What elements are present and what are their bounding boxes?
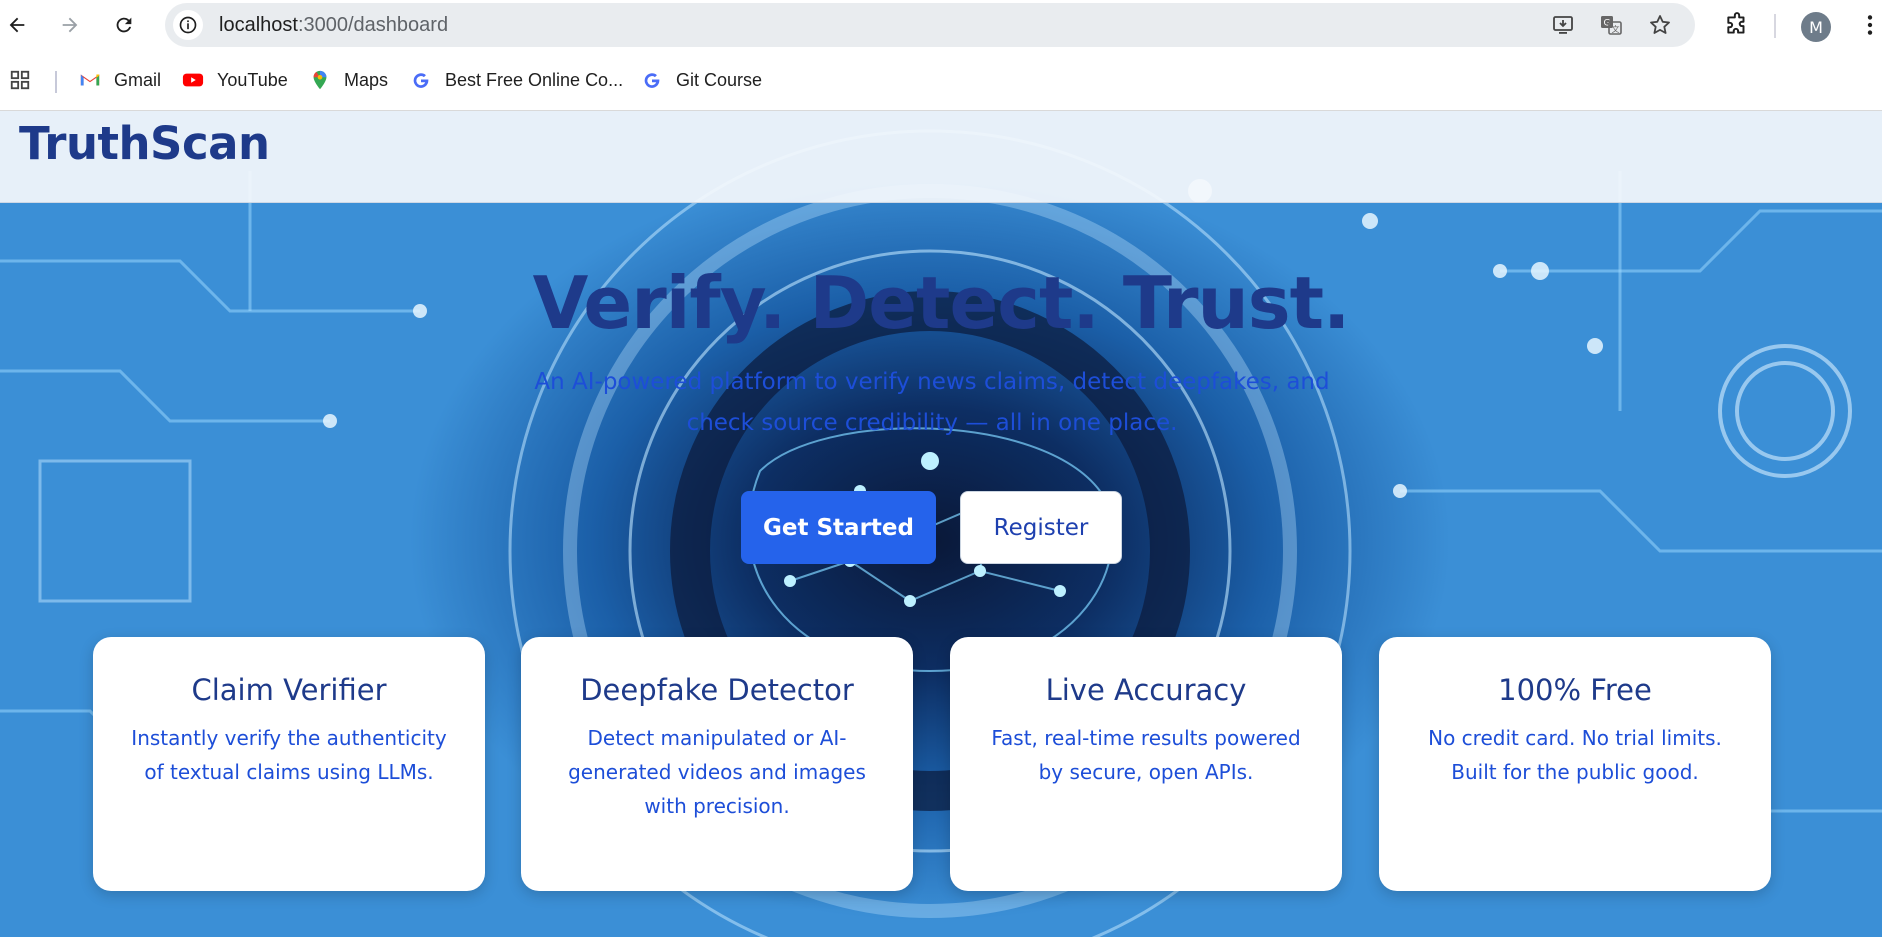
bookmark-star-icon[interactable] bbox=[1647, 12, 1673, 38]
apps-grid-button[interactable] bbox=[8, 60, 44, 100]
translate-icon[interactable]: G文 bbox=[1598, 12, 1624, 38]
svg-text:文: 文 bbox=[1612, 24, 1620, 34]
back-arrow-icon bbox=[9, 17, 25, 33]
feature-card-free: 100% Free No credit card. No trial limit… bbox=[1379, 637, 1771, 891]
feature-card-live-accuracy: Live Accuracy Fast, real-time results po… bbox=[950, 637, 1342, 891]
back-button[interactable] bbox=[0, 8, 34, 42]
feature-title: Live Accuracy bbox=[1045, 673, 1247, 707]
register-button[interactable]: Register bbox=[960, 491, 1122, 564]
youtube-icon bbox=[181, 68, 205, 92]
feature-description: Fast, real-time results powered by secur… bbox=[991, 726, 1301, 784]
feature-card-claim-verifier: Claim Verifier Instantly verify the auth… bbox=[93, 637, 485, 891]
feature-title: Deepfake Detector bbox=[580, 673, 854, 707]
hero-title: Verify. Detect. Trust. bbox=[532, 261, 1351, 345]
maps-icon bbox=[308, 68, 332, 92]
bookmark-label: Gmail bbox=[114, 69, 162, 90]
google-g-icon bbox=[640, 68, 664, 92]
extensions-icon[interactable] bbox=[1722, 10, 1752, 40]
reload-button[interactable] bbox=[107, 8, 141, 42]
forward-button[interactable] bbox=[53, 8, 87, 42]
bookmark-label: YouTube bbox=[217, 69, 288, 90]
install-app-icon[interactable] bbox=[1550, 12, 1576, 38]
bookmark-label: Best Free Online Co... bbox=[445, 69, 624, 90]
bookmark-git-course[interactable]: Git Course bbox=[640, 60, 762, 100]
url-path: :3000/dashboard bbox=[297, 14, 449, 36]
bookmark-maps[interactable]: Maps bbox=[308, 60, 388, 100]
url-text[interactable]: localhost:3000/dashboard bbox=[219, 14, 448, 37]
bookmark-label: Git Course bbox=[676, 69, 763, 90]
truthscan-logo[interactable]: TruthScan bbox=[19, 117, 270, 170]
reload-icon bbox=[116, 17, 132, 33]
apps-grid-icon bbox=[8, 68, 32, 92]
site-info-icon[interactable] bbox=[173, 10, 203, 40]
google-g-icon bbox=[409, 68, 433, 92]
toolbar-separator bbox=[1774, 14, 1776, 38]
feature-title: 100% Free bbox=[1498, 673, 1652, 707]
feature-description: Instantly verify the authenticity of tex… bbox=[131, 726, 447, 784]
app-header: TruthScan bbox=[0, 111, 1882, 203]
bookmark-label: Maps bbox=[344, 69, 389, 90]
bookmark-gmail[interactable]: Gmail bbox=[78, 60, 161, 100]
profile-avatar[interactable]: M bbox=[1801, 12, 1831, 42]
feature-description: Detect manipulated or AI-generated video… bbox=[568, 726, 866, 818]
feature-title: Claim Verifier bbox=[191, 673, 387, 707]
url-host: localhost bbox=[219, 14, 298, 36]
bookmark-best-free-online[interactable]: Best Free Online Co... bbox=[409, 60, 623, 100]
bookmarks-bar: Gmail YouTube Maps Best Free Online Co..… bbox=[0, 60, 1882, 100]
page-viewport: TruthScan Verify. Detect. Trust. An AI-p… bbox=[0, 111, 1882, 937]
bookmark-youtube[interactable]: YouTube bbox=[181, 60, 288, 100]
browser-toolbar: localhost:3000/dashboard G文 M bbox=[0, 0, 1882, 50]
feature-card-deepfake-detector: Deepfake Detector Detect manipulated or … bbox=[521, 637, 913, 891]
get-started-button[interactable]: Get Started bbox=[741, 491, 936, 564]
bookmarks-separator bbox=[55, 71, 57, 93]
gmail-icon bbox=[78, 68, 102, 92]
forward-arrow-icon bbox=[62, 17, 78, 33]
menu-kebab-icon[interactable] bbox=[1855, 10, 1882, 40]
address-bar[interactable]: localhost:3000/dashboard G文 bbox=[165, 3, 1695, 47]
feature-description: No credit card. No trial limits. Built f… bbox=[1428, 726, 1722, 784]
hero-subtitle: An AI-powered platform to verify news cl… bbox=[534, 369, 1330, 436]
